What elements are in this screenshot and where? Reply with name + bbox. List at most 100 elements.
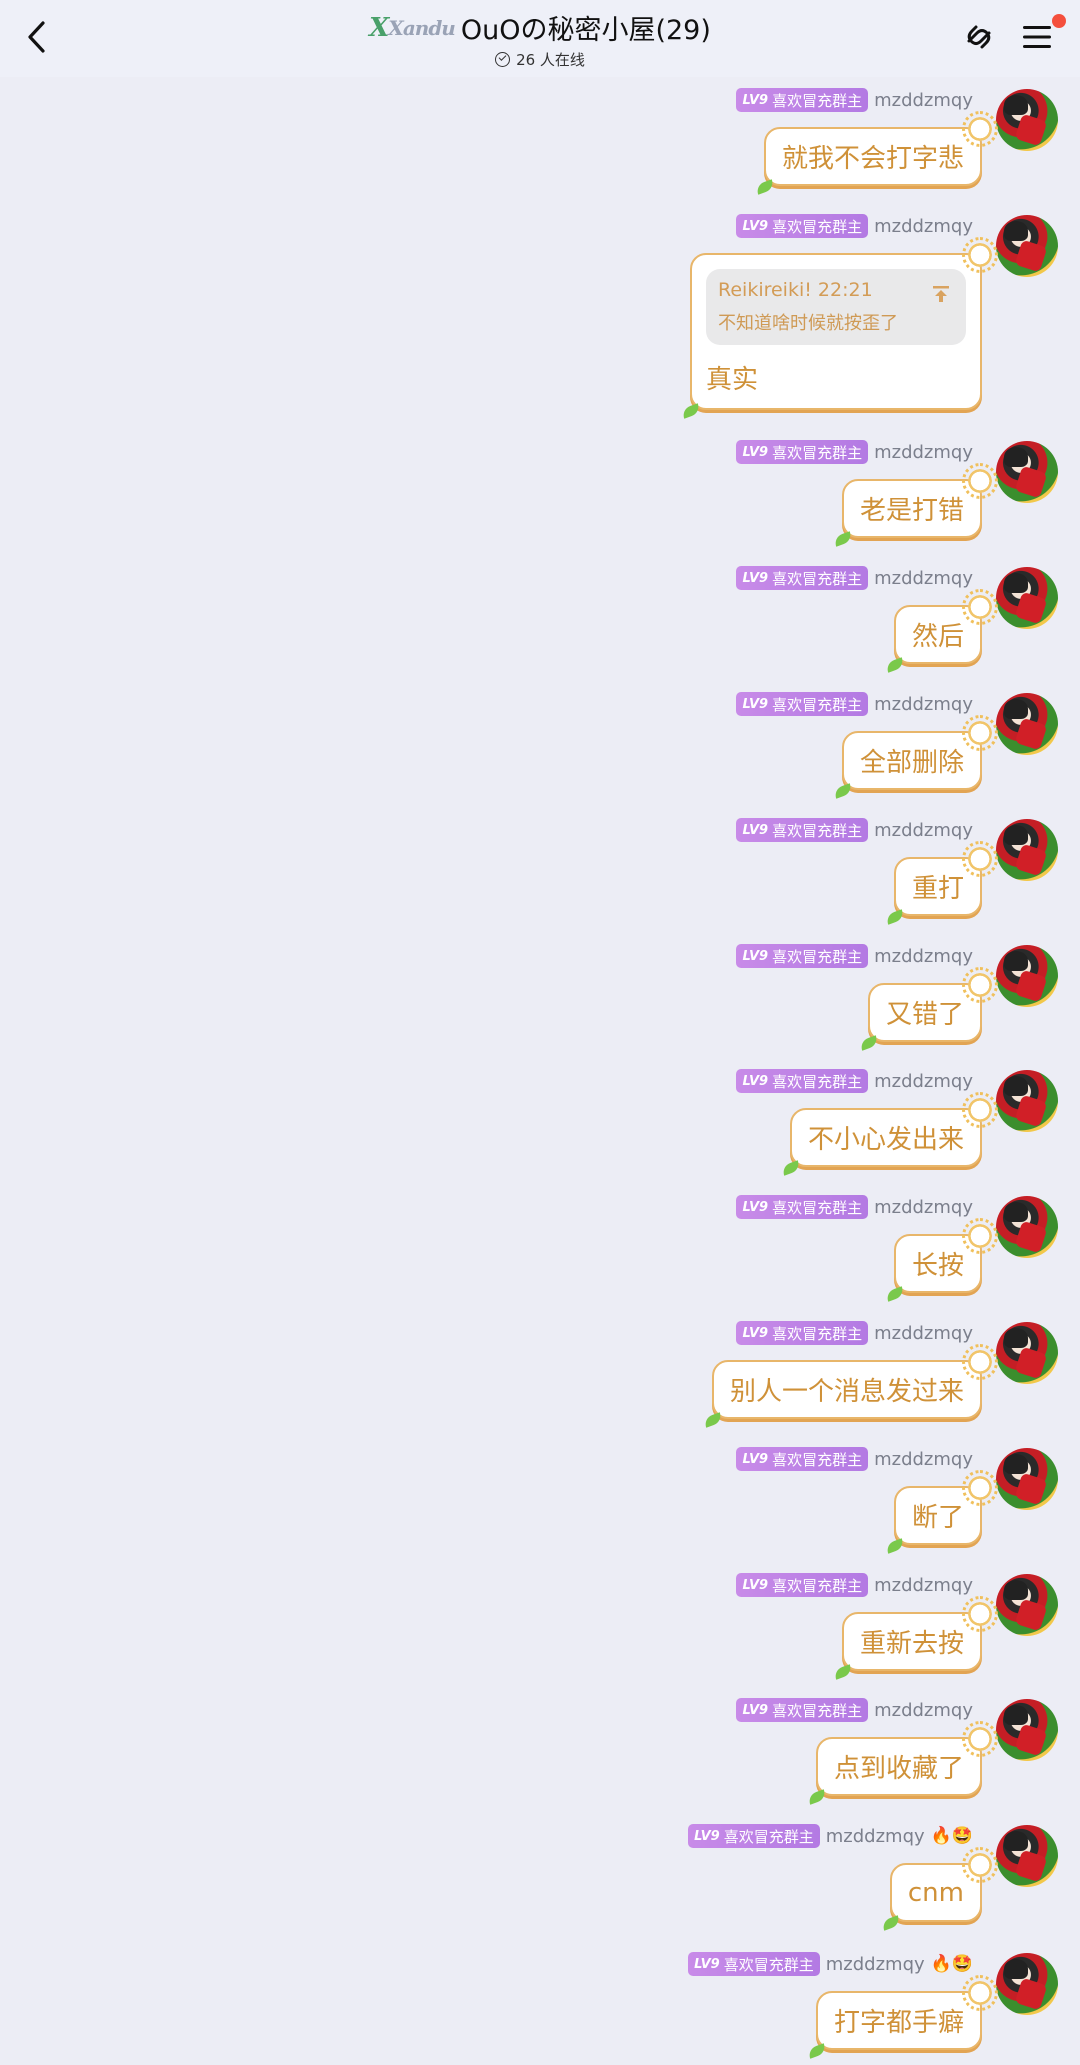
- avatar[interactable]: [996, 567, 1058, 629]
- user-emoji-tags: 🔥🤩: [930, 1826, 973, 1846]
- online-count: 26 人在线: [516, 51, 585, 69]
- level-badge: LV9 喜欢冒充群主: [736, 88, 869, 112]
- message-bubble[interactable]: 全部删除: [832, 715, 998, 799]
- notification-dot: [1052, 14, 1066, 28]
- group-logo: X Xandu: [369, 12, 456, 43]
- chat-header: X Xandu OuOの秘密小屋(29) 26 人在线: [0, 0, 1080, 77]
- avatar[interactable]: [996, 819, 1058, 881]
- message-bubble[interactable]: 老是打错: [832, 463, 998, 547]
- avatar[interactable]: [996, 215, 1058, 277]
- username: mzddzmqy: [874, 1196, 973, 1218]
- leaf-decoration-icon: [754, 179, 776, 195]
- level-badge: LV9 喜欢冒充群主: [736, 1069, 869, 1093]
- leaf-decoration-icon: [832, 531, 854, 547]
- message-bubble[interactable]: 然后: [884, 589, 998, 673]
- leaf-decoration-icon: [806, 2043, 828, 2059]
- username: mzddzmqy: [874, 441, 973, 463]
- online-check-icon: [495, 52, 511, 67]
- message-bubble[interactable]: 重新去按: [832, 1596, 998, 1680]
- online-status: 26 人在线: [0, 49, 1080, 70]
- leaf-decoration-icon: [702, 1412, 724, 1428]
- leaf-decoration-icon: [680, 403, 702, 419]
- chat-title: OuOの秘密小屋(29): [460, 15, 711, 46]
- level-badge: LV9 喜欢冒充群主: [688, 1824, 820, 1848]
- sun-decoration-icon: [962, 1344, 998, 1380]
- username: mzddzmqy: [874, 819, 973, 841]
- leaf-decoration-icon: [832, 783, 854, 799]
- avatar[interactable]: [996, 1070, 1058, 1132]
- message-bubble-reply[interactable]: Reikireiki! 22:21 不知道啥时候就按歪了 真实: [680, 237, 998, 419]
- leaf-decoration-icon: [880, 1915, 902, 1931]
- username: mzddzmqy: [825, 1953, 925, 1975]
- avatar[interactable]: [996, 945, 1058, 1007]
- avatar[interactable]: [996, 1196, 1058, 1258]
- level-badge: LV9 喜欢冒充群主: [736, 1698, 869, 1722]
- level-badge: LV9 喜欢冒充群主: [736, 214, 869, 238]
- username: mzddzmqy: [874, 1322, 973, 1344]
- level-badge: LV9 喜欢冒充群主: [736, 944, 869, 968]
- avatar[interactable]: [996, 1448, 1058, 1510]
- username: mzddzmqy: [874, 1448, 973, 1470]
- message-bubble[interactable]: 打字都手癖: [806, 1975, 998, 2059]
- avatar[interactable]: [996, 693, 1058, 755]
- level-badge: LV9 喜欢冒充群主: [736, 692, 869, 716]
- hamburger-menu-icon: [1023, 26, 1051, 48]
- level-badge: LV9 喜欢冒充群主: [688, 1952, 820, 1976]
- chat-title-area[interactable]: X Xandu OuOの秘密小屋(29) 26 人在线: [0, 8, 1080, 70]
- jump-to-message-icon[interactable]: [932, 285, 950, 303]
- level-badge: LV9 喜欢冒充群主: [736, 440, 869, 464]
- username: mzddzmqy: [874, 1574, 973, 1596]
- sun-decoration-icon: [962, 1092, 998, 1128]
- message-bubble[interactable]: 断了: [884, 1470, 998, 1554]
- level-badge: LV9 喜欢冒充群主: [736, 566, 869, 590]
- message-bubble[interactable]: 长按: [884, 1218, 998, 1302]
- leaf-decoration-icon: [806, 1789, 828, 1805]
- sun-decoration-icon: [962, 715, 998, 751]
- sun-decoration-icon: [962, 841, 998, 877]
- sun-decoration-icon: [962, 1470, 998, 1506]
- leaf-decoration-icon: [832, 1664, 854, 1680]
- quoted-text: 不知道啥时候就按歪了: [718, 313, 898, 334]
- avatar[interactable]: [996, 441, 1058, 503]
- level-badge: LV9 喜欢冒充群主: [736, 1195, 869, 1219]
- sun-decoration-icon: [962, 967, 998, 1003]
- message-bubble[interactable]: 又错了: [858, 967, 998, 1051]
- level-badge: LV9 喜欢冒充群主: [736, 1573, 869, 1597]
- quoted-user: Reikireiki!: [718, 279, 812, 301]
- message-bubble[interactable]: 别人一个消息发过来: [702, 1344, 998, 1428]
- leaf-decoration-icon: [884, 657, 906, 673]
- avatar[interactable]: [996, 89, 1058, 151]
- sun-decoration-icon: [962, 589, 998, 625]
- sun-decoration-icon: [962, 1847, 998, 1883]
- message-bubble[interactable]: 重打: [884, 841, 998, 925]
- leaf-decoration-icon: [884, 1538, 906, 1554]
- level-badge: LV9 喜欢冒充群主: [736, 818, 869, 842]
- message-bubble[interactable]: 就我不会打字悲: [754, 111, 998, 195]
- username: mzddzmqy: [874, 693, 973, 715]
- avatar[interactable]: [996, 1574, 1058, 1636]
- quoted-time: 22:21: [817, 279, 873, 301]
- avatar[interactable]: [996, 1699, 1058, 1761]
- avatar[interactable]: [996, 1953, 1058, 2015]
- username: mzddzmqy: [874, 1070, 973, 1092]
- quoted-message[interactable]: Reikireiki! 22:21 不知道啥时候就按歪了: [706, 269, 966, 345]
- leaf-decoration-icon: [884, 909, 906, 925]
- username: mzddzmqy: [874, 215, 973, 237]
- level-badge: LV9 喜欢冒充群主: [736, 1447, 869, 1471]
- reply-text: 真实: [706, 365, 759, 395]
- sun-decoration-icon: [962, 1975, 998, 2011]
- user-emoji-tags: 🔥🤩: [930, 1954, 973, 1974]
- sun-decoration-icon: [962, 1596, 998, 1632]
- username: mzddzmqy: [874, 945, 973, 967]
- avatar[interactable]: [996, 1825, 1058, 1887]
- message-bubble[interactable]: 点到收藏了: [806, 1721, 998, 1805]
- sun-decoration-icon: [962, 237, 998, 273]
- username: mzddzmqy: [874, 1699, 973, 1721]
- link-button[interactable]: [956, 14, 1002, 60]
- avatar[interactable]: [996, 1322, 1058, 1384]
- username: mzddzmqy: [874, 567, 973, 589]
- message-bubble[interactable]: cnm: [880, 1847, 998, 1931]
- message-bubble[interactable]: 不小心发出来: [780, 1092, 998, 1176]
- username: mzddzmqy: [874, 89, 973, 111]
- level-badge: LV9 喜欢冒充群主: [736, 1321, 869, 1345]
